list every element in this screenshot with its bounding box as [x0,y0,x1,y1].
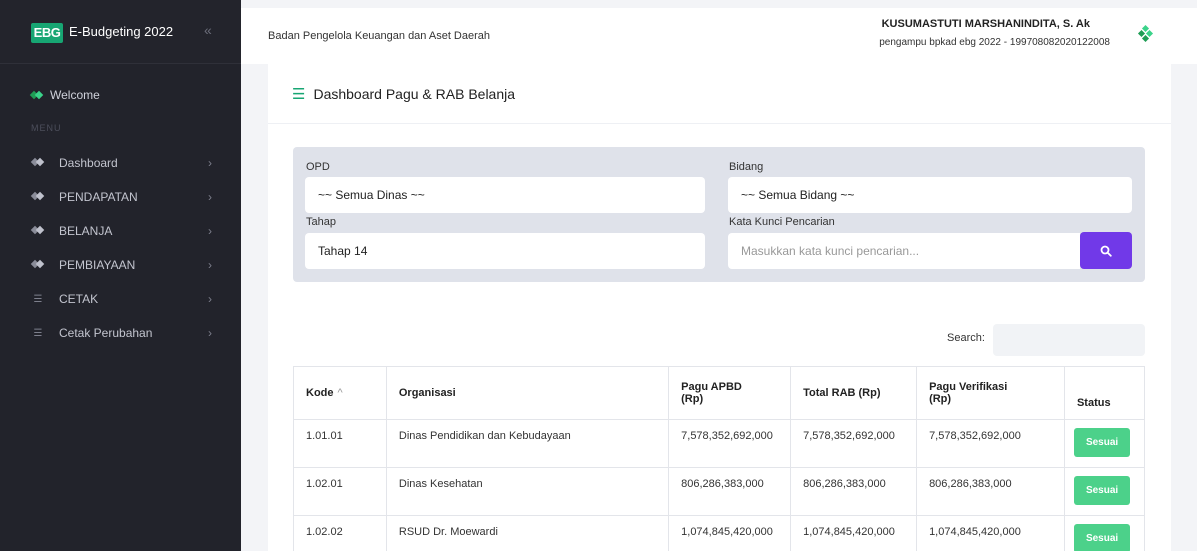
cell-organisasi: Dinas Pendidikan dan Kebudayaan [385,419,670,468]
keyword-label: Kata Kunci Pencarian [729,216,835,228]
cell-kode: 1.02.02 [293,515,387,551]
column-header-pagu-verifikasi[interactable]: Pagu Verifikasi (Rp) [916,366,1065,420]
chevron-right-icon: › [208,292,212,306]
diamond-icon [31,90,43,100]
page-title-text: Dashboard Pagu & RAB Belanja [313,86,516,102]
tahap-label: Tahap [306,216,336,228]
table-search-input[interactable] [993,324,1145,356]
welcome-link[interactable]: Welcome [31,88,100,102]
brand-title[interactable]: E-Budgeting 2022 [69,24,173,39]
cell-pagu-apbd: 806,286,383,000 [668,467,792,516]
column-header-label: Status [1076,397,1111,409]
chevron-right-icon: › [208,190,212,204]
chevron-right-icon: › [208,258,212,272]
sidebar-item-pendapatan[interactable]: PENDAPATAN › [0,180,241,214]
column-header-label: Kode [306,387,334,399]
cell-kode: 1.01.01 [293,419,387,468]
cell-organisasi: Dinas Kesehatan [385,467,670,516]
sidebar-nav: Dashboard › PENDAPATAN › BELANJA › PEMBI… [0,146,241,350]
tahap-select[interactable]: Tahap 14 [305,233,705,269]
main-panel: ☰ Dashboard Pagu & RAB Belanja OPD ~~ Se… [268,64,1171,551]
bidang-select[interactable]: ~~ Semua Bidang ~~ [728,177,1132,213]
sidebar-item-label: Cetak Perubahan [59,326,153,340]
sidebar-item-cetak-perubahan[interactable]: ☰ Cetak Perubahan › [0,316,241,350]
menu-section-title: MENU [31,123,62,133]
diamond-icon [31,259,45,272]
table-row[interactable]: 1.02.02 RSUD Dr. Moewardi 1,074,845,420,… [293,515,1146,551]
cell-pagu-apbd: 1,074,845,420,000 [668,515,792,551]
search-icon [1100,245,1112,257]
sidebar-item-label: CETAK [59,292,99,306]
sort-ascending-icon: ^ [337,387,343,399]
table-header-row: Kode ^ Organisasi Pagu APBD (Rp) Total RA… [293,366,1146,420]
welcome-label: Welcome [50,88,100,102]
sidebar-item-cetak[interactable]: ☰ CETAK › [0,282,241,316]
filter-box: OPD ~~ Semua Dinas ~~ Bidang ~~ Semua Bi… [293,147,1145,282]
column-header-label: Organisasi [398,387,456,399]
status-badge[interactable]: Sesuai [1073,476,1131,505]
sidebar-item-dashboard[interactable]: Dashboard › [0,146,241,180]
keyword-search-input[interactable]: Masukkan kata kunci pencarian... [728,233,1080,269]
diamond-icon [31,191,45,204]
brand: EBG E-Budgeting 2022 « [0,0,241,64]
cell-pagu-verifikasi: 806,286,383,000 [916,467,1065,516]
pagu-rab-table: Kode ^ Organisasi Pagu APBD (Rp) Total RA… [293,366,1146,551]
sidebar: EBG E-Budgeting 2022 « Welcome MENU Dash… [0,0,241,551]
topbar: Badan Pengelola Keuangan dan Aset Daerah… [241,8,1197,64]
user-role[interactable]: pengampu bpkad ebg 2022 - 19970808202012… [879,37,1110,48]
column-header-pagu-apbd[interactable]: Pagu APBD (Rp) [668,366,792,420]
column-header-organisasi[interactable]: Organisasi [385,366,670,420]
chevron-right-icon: › [208,326,212,340]
column-header-label: Pagu APBD (Rp) [681,381,742,405]
sidebar-item-belanja[interactable]: BELANJA › [0,214,241,248]
status-badge[interactable]: Sesuai [1073,428,1131,457]
cell-pagu-verifikasi: 7,578,352,692,000 [916,419,1065,468]
cell-total-rab: 806,286,383,000 [790,467,918,516]
organization-name: Badan Pengelola Keuangan dan Aset Daerah [268,30,491,42]
chevron-right-icon: › [208,156,212,170]
cell-pagu-apbd: 7,578,352,692,000 [668,419,792,468]
cell-organisasi: RSUD Dr. Moewardi [385,515,670,551]
collapse-sidebar-icon[interactable]: « [204,22,212,38]
column-header-label: Pagu Verifikasi (Rp) [929,381,1008,405]
brand-logo[interactable]: EBG [31,23,63,43]
table-row[interactable]: 1.01.01 Dinas Pendidikan dan Kebudayaan … [293,419,1146,468]
sidebar-item-label: PEMBIAYAAN [59,258,136,272]
cell-total-rab: 1,074,845,420,000 [790,515,918,551]
cell-status: Sesuai [1063,467,1146,516]
diamond-icon [31,157,45,170]
column-header-status[interactable]: Status [1063,366,1146,420]
opd-select[interactable]: ~~ Semua Dinas ~~ [305,177,705,213]
sidebar-item-label: Dashboard [59,156,118,170]
search-button[interactable] [1080,232,1132,269]
user-menu-icon[interactable] [1137,24,1154,43]
sidebar-item-pembiayaan[interactable]: PEMBIAYAAN › [0,248,241,282]
panel-header: ☰ Dashboard Pagu & RAB Belanja [268,64,1171,124]
page-title: ☰ Dashboard Pagu & RAB Belanja [292,85,515,103]
cell-kode: 1.02.01 [293,467,387,516]
cell-status: Sesuai [1063,515,1146,551]
list-icon: ☰ [292,86,306,103]
table-search-label: Search: [947,332,985,344]
cell-total-rab: 7,578,352,692,000 [790,419,918,468]
bidang-label: Bidang [729,161,764,173]
column-header-total-rab[interactable]: Total RAB (Rp) [790,366,918,420]
sidebar-item-label: BELANJA [59,224,113,238]
column-header-label: Total RAB (Rp) [803,387,881,399]
list-icon: ☰ [33,293,43,305]
user-name[interactable]: KUSUMASTUTI MARSHANINDITA, S. Ak [882,18,1090,30]
table-row[interactable]: 1.02.01 Dinas Kesehatan 806,286,383,000 … [293,467,1146,516]
opd-label: OPD [306,161,330,173]
sidebar-item-label: PENDAPATAN [59,190,138,204]
diamond-icon [31,225,45,238]
list-icon: ☰ [33,327,43,339]
column-header-kode[interactable]: Kode ^ [293,366,387,420]
chevron-right-icon: › [208,224,212,238]
cell-status: Sesuai [1063,419,1146,468]
status-badge[interactable]: Sesuai [1073,524,1131,551]
cell-pagu-verifikasi: 1,074,845,420,000 [916,515,1065,551]
